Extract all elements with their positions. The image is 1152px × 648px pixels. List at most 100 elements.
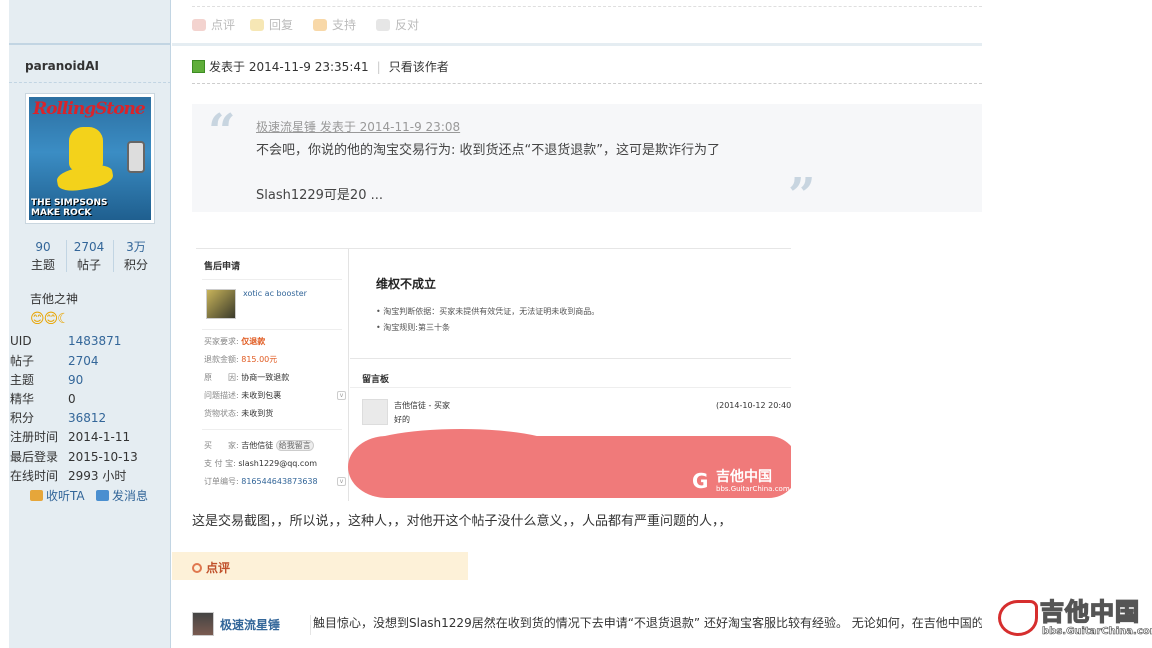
top-dash-divider xyxy=(192,6,982,7)
open-quote-icon: “ xyxy=(208,104,236,160)
guitar-logo-icon xyxy=(998,600,1038,636)
header-dash-divider xyxy=(192,83,982,84)
order-value: 仅退款 xyxy=(241,337,266,346)
order-key: 退款金额: xyxy=(204,355,239,364)
support-label: 支持 xyxy=(332,18,357,32)
info-value: 2015-10-13 xyxy=(68,450,138,464)
stat-label: 主题 xyxy=(30,258,55,272)
order-row: 问题描述: 未收到包裹 v xyxy=(204,391,352,401)
order-key: 货物状态: xyxy=(204,409,239,418)
attached-screenshot[interactable]: 售后申请 xotic ac booster 买家要求: 仅退款 退款金额: 81… xyxy=(196,248,791,501)
avatar-footer: THE SIMPSONS MAKE ROCK xyxy=(31,198,107,218)
reply-button[interactable]: 回复 xyxy=(250,14,293,36)
message-avatar xyxy=(362,399,388,425)
envelope-icon xyxy=(96,490,109,501)
stat-value[interactable]: 2704 xyxy=(66,238,112,256)
leave-message-button: 给我留言 xyxy=(275,440,314,451)
order-number-row: 订单编号: 816544643873638 v xyxy=(204,477,352,487)
follow-button[interactable]: 收听TA xyxy=(30,488,85,504)
chevron-down-icon: v xyxy=(337,477,346,486)
screenshot-watermark-logo: G 吉他中国 bbs.GuitarChina.com xyxy=(692,469,790,493)
screenshot-result-panel: 维权不成立 • 淘宝判断依据：买家未提供有效凭证，无法证明未收到商品。 • 淘宝… xyxy=(350,249,791,359)
info-row-online-time: 在线时间 2993 小时 xyxy=(10,467,170,486)
reply-label: 回复 xyxy=(269,18,294,32)
info-value[interactable]: 2704 xyxy=(68,352,99,371)
info-value[interactable]: 36812 xyxy=(68,409,106,428)
alipay-value: slash1229@qq.com xyxy=(238,459,318,468)
post-body-text: 这是交易截图，，所以说，，这种人，，对他开这个帖子没什么意义，，人品都有严重问题… xyxy=(192,514,732,529)
chevron-down-icon: v xyxy=(337,391,346,400)
header-separator: | xyxy=(376,60,381,74)
buyer-key: 买 家: xyxy=(204,441,239,450)
panel-divider xyxy=(202,329,342,330)
watermark-main-text: 吉他中国 xyxy=(1039,597,1140,627)
order-value: 未收到货 xyxy=(241,409,274,418)
stat-label: 帖子 xyxy=(76,258,101,272)
screenshot-order-panel: 售后申请 xotic ac booster 买家要求: 仅退款 退款金额: 81… xyxy=(196,249,349,501)
info-key: 注册时间 xyxy=(10,430,59,444)
avatar-image: RollingStone THE SIMPSONS MAKE ROCK xyxy=(29,97,151,220)
order-value: 协商一致退款 xyxy=(241,373,290,382)
info-key: 主题 xyxy=(10,373,35,387)
thumbs-down-icon xyxy=(376,19,390,31)
post-header: 发表于 2014-11-9 23:35:41 | 只看该作者 xyxy=(192,59,449,75)
stat-points[interactable]: 3万 积分 xyxy=(113,238,159,274)
info-row-registered: 注册时间 2014-1-11 xyxy=(10,428,170,447)
order-number-key: 订单编号: xyxy=(204,477,239,486)
order-number-value: 816544643873638 xyxy=(241,477,318,486)
info-key: 在线时间 xyxy=(10,469,59,483)
circle-icon xyxy=(192,563,202,573)
buyer-row: 买 家: 吉他信徒 给我留言 xyxy=(204,440,314,451)
order-key: 买家要求: xyxy=(204,337,239,346)
watermark-sub-text: bbs.GuitarChina.com xyxy=(1042,626,1152,638)
alipay-row: 支 付 宝: slash1229@qq.com xyxy=(204,459,317,469)
send-message-button[interactable]: 发消息 xyxy=(96,488,148,504)
info-key: 最后登录 xyxy=(10,450,59,464)
stat-threads[interactable]: 90 主题 xyxy=(20,238,66,274)
only-author-link[interactable]: 只看该作者 xyxy=(389,60,449,74)
info-value[interactable]: 1483871 xyxy=(68,332,121,351)
order-key: 原 因: xyxy=(204,373,239,382)
message-text: 好的 xyxy=(394,415,410,424)
message-time: (2014-10-12 20:40:51 xyxy=(716,401,791,410)
follow-icon xyxy=(30,490,43,501)
quote-text-line: Slash1229可是20 ... xyxy=(256,188,383,203)
quote-text-line: 不会吧，你说的他的淘宝交易行为: 收到货还点“不退货退款”，这可是欺诈行为了 xyxy=(256,143,720,158)
stat-posts[interactable]: 2704 帖子 xyxy=(66,238,112,274)
avatar[interactable]: RollingStone THE SIMPSONS MAKE ROCK xyxy=(25,93,155,224)
info-key: 帖子 xyxy=(10,354,35,368)
commenter-username[interactable]: 极速流星锤 xyxy=(220,616,280,633)
commenter-avatar[interactable] xyxy=(192,612,214,636)
info-row-uid: UID 1483871 xyxy=(10,332,170,351)
product-name: xotic ac booster xyxy=(243,289,307,298)
author-username[interactable]: paranoidAI xyxy=(25,59,99,73)
info-key: UID xyxy=(10,334,32,348)
oppose-button[interactable]: 反对 xyxy=(376,14,419,36)
alipay-key: 支 付 宝: xyxy=(204,459,236,468)
rate-button[interactable]: 点评 xyxy=(192,14,235,36)
stat-value[interactable]: 3万 xyxy=(113,238,159,256)
info-value[interactable]: 90 xyxy=(68,371,83,390)
info-value: 2014-1-11 xyxy=(68,430,131,444)
oppose-label: 反对 xyxy=(395,18,420,32)
comment-text: 触目惊心，没想到Slash1229居然在收到货的情况下去申请“不退货退款” 还好… xyxy=(310,615,982,635)
reply-icon xyxy=(250,19,264,31)
guitar-logo-icon: G xyxy=(692,469,709,493)
comment-bar-arrow xyxy=(448,552,468,580)
avatar-figure-body xyxy=(55,162,115,194)
comment-section-title: 点评 xyxy=(192,559,230,576)
result-reason-text: 淘宝判断依据：买家未提供有效凭证，无法证明未收到商品。 xyxy=(383,307,600,316)
board-divider xyxy=(350,387,791,388)
result-rule: • 淘宝规则:第三十条 xyxy=(376,323,450,332)
quote-author-link[interactable]: 极速流星锤 发表于 2014-11-9 23:08 xyxy=(256,118,460,135)
order-row: 买家要求: 仅退款 xyxy=(204,337,265,347)
stat-value[interactable]: 90 xyxy=(20,238,66,256)
support-button[interactable]: 支持 xyxy=(313,14,356,36)
info-row-posts: 帖子 2704 xyxy=(10,352,170,371)
product-thumbnail xyxy=(206,289,236,319)
avatar-footer-line2: MAKE ROCK xyxy=(31,208,92,218)
info-row-digest: 精华 0 xyxy=(10,390,170,409)
panel-divider xyxy=(202,429,342,430)
info-value: 2993 小时 xyxy=(68,469,127,483)
info-key: 积分 xyxy=(10,411,35,425)
